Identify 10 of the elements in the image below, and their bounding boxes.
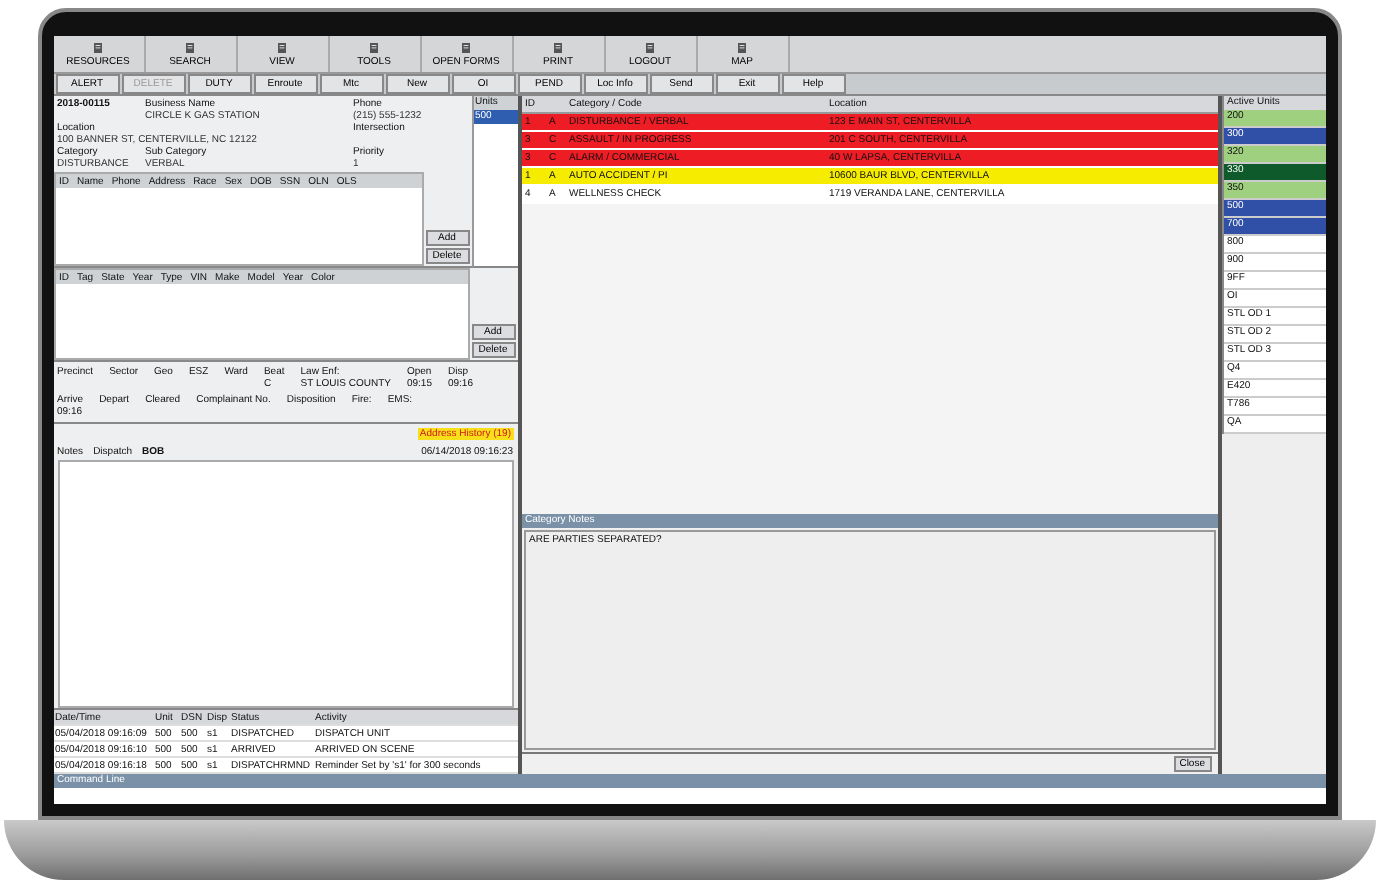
- document-icon: [460, 41, 472, 53]
- document-icon: [276, 41, 288, 53]
- document-icon: [368, 41, 380, 53]
- document-icon: [644, 41, 656, 53]
- document-icon: [92, 41, 104, 53]
- command-line-field[interactable]: [53, 788, 1325, 804]
- notes-field[interactable]: [57, 460, 513, 708]
- document-icon: [736, 41, 748, 53]
- document-icon: [552, 41, 564, 53]
- document-icon: [184, 41, 196, 53]
